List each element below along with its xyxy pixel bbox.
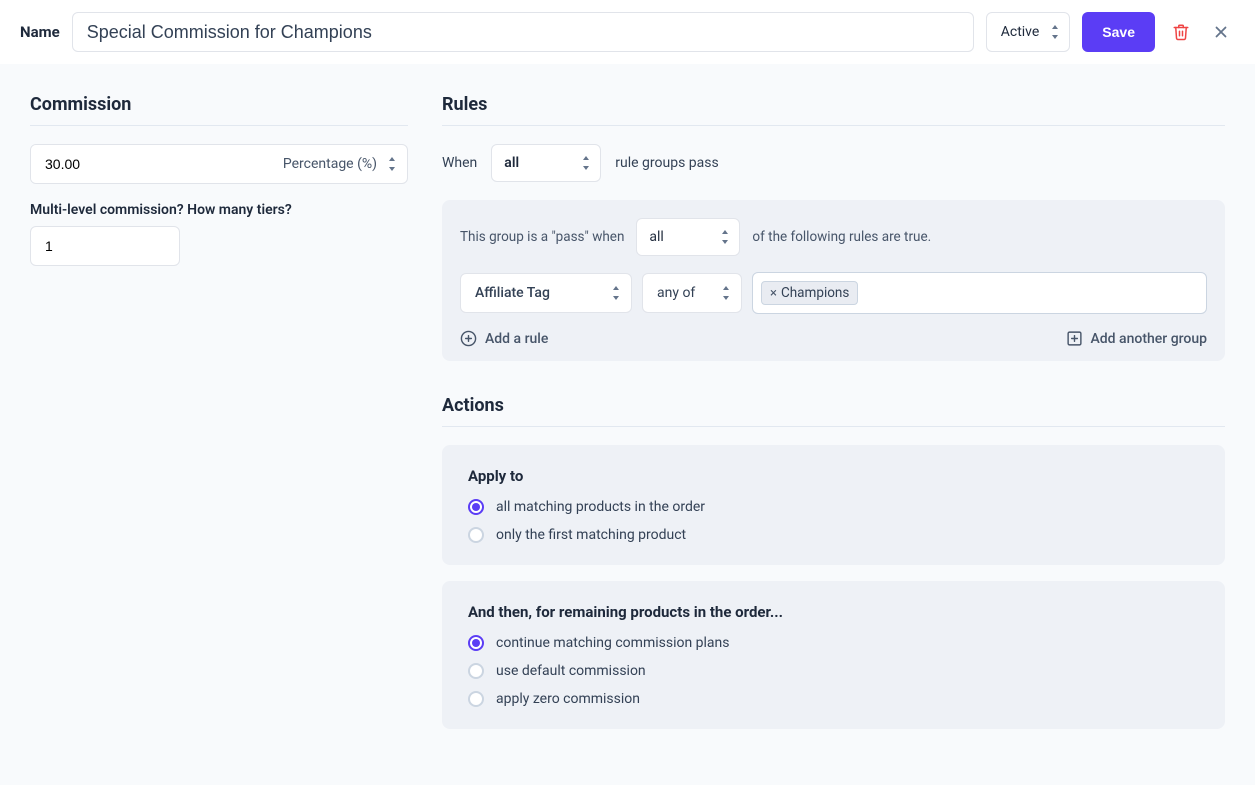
- apply-to-option-1[interactable]: only the first matching product: [468, 527, 1199, 543]
- radio-label: continue matching commission plans: [496, 635, 730, 651]
- save-button[interactable]: Save: [1082, 12, 1155, 52]
- radio-icon: [468, 663, 484, 679]
- commission-column: Commission Percentage (%) Multi-level co…: [30, 94, 408, 266]
- rule-tag-input[interactable]: × Champions: [752, 272, 1207, 314]
- rule-field-select[interactable]: Affiliate Tag: [460, 273, 632, 313]
- when-row: When all rule groups pass: [442, 144, 1225, 182]
- rules-title: Rules: [442, 94, 1225, 126]
- add-rule-button[interactable]: Add a rule: [460, 330, 548, 347]
- commission-value-input[interactable]: [31, 145, 269, 183]
- remaining-option-2[interactable]: apply zero commission: [468, 691, 1199, 707]
- add-rule-label: Add a rule: [485, 331, 548, 347]
- tiers-label: Multi-level commission? How many tiers?: [30, 202, 408, 218]
- rule-field-value: Affiliate Tag: [475, 285, 550, 301]
- status-select[interactable]: Active: [986, 12, 1071, 52]
- group-header: This group is a "pass" when all of the f…: [460, 218, 1207, 256]
- chevron-updown-icon: [721, 286, 731, 300]
- main-content: Commission Percentage (%) Multi-level co…: [0, 64, 1255, 785]
- rule-group: This group is a "pass" when all of the f…: [442, 200, 1225, 361]
- close-icon: [1212, 23, 1230, 41]
- remaining-option-1[interactable]: use default commission: [468, 663, 1199, 679]
- topbar: Name Active Save: [0, 0, 1255, 64]
- tag-remove-icon[interactable]: ×: [770, 286, 777, 301]
- radio-label: use default commission: [496, 663, 646, 679]
- remaining-card: And then, for remaining products in the …: [442, 581, 1225, 729]
- commission-type-label: Percentage (%): [283, 156, 377, 172]
- tiers-input[interactable]: [30, 226, 180, 266]
- remaining-option-0[interactable]: continue matching commission plans: [468, 635, 1199, 651]
- add-group-button[interactable]: Add another group: [1066, 330, 1208, 347]
- tag-label: Champions: [781, 285, 849, 301]
- status-value: Active: [986, 12, 1071, 52]
- group-suffix: of the following rules are true.: [752, 229, 931, 245]
- trash-icon: [1172, 23, 1190, 41]
- radio-icon: [468, 635, 484, 651]
- commission-title: Commission: [30, 94, 408, 126]
- rules-actions-column: Rules When all rule groups pass This gro…: [442, 94, 1225, 745]
- tag-chip: × Champions: [761, 281, 858, 305]
- radio-icon: [468, 527, 484, 543]
- commission-field: Percentage (%): [30, 144, 408, 184]
- group-prefix: This group is a "pass" when: [460, 229, 624, 245]
- name-label: Name: [20, 23, 60, 41]
- commission-type-select[interactable]: Percentage (%): [269, 145, 407, 183]
- rule-operator-value: any of: [657, 285, 695, 301]
- actions-title: Actions: [442, 395, 1225, 427]
- remaining-heading: And then, for remaining products in the …: [468, 603, 1199, 621]
- radio-icon: [468, 499, 484, 515]
- group-mode-select[interactable]: all: [636, 218, 740, 256]
- when-label: When: [442, 155, 477, 171]
- group-mode-value: all: [636, 218, 740, 256]
- apply-to-card: Apply to all matching products in the or…: [442, 445, 1225, 565]
- chevron-updown-icon: [387, 157, 397, 171]
- plus-circle-icon: [460, 330, 477, 347]
- when-suffix: rule groups pass: [615, 155, 718, 171]
- radio-label: apply zero commission: [496, 691, 640, 707]
- chevron-updown-icon: [611, 286, 621, 300]
- name-input[interactable]: [72, 12, 974, 52]
- plus-square-icon: [1066, 330, 1083, 347]
- when-select[interactable]: all: [491, 144, 601, 182]
- when-value: all: [491, 144, 601, 182]
- rule-operator-select[interactable]: any of: [642, 273, 742, 313]
- radio-label: only the first matching product: [496, 527, 686, 543]
- delete-button[interactable]: [1167, 18, 1195, 46]
- radio-icon: [468, 691, 484, 707]
- apply-to-option-0[interactable]: all matching products in the order: [468, 499, 1199, 515]
- apply-to-heading: Apply to: [468, 467, 1199, 485]
- rule-row: Affiliate Tag any of × Champions: [460, 272, 1207, 314]
- radio-label: all matching products in the order: [496, 499, 705, 515]
- close-button[interactable]: [1207, 18, 1235, 46]
- add-group-label: Add another group: [1091, 331, 1208, 347]
- group-footer: Add a rule Add another group: [460, 330, 1207, 347]
